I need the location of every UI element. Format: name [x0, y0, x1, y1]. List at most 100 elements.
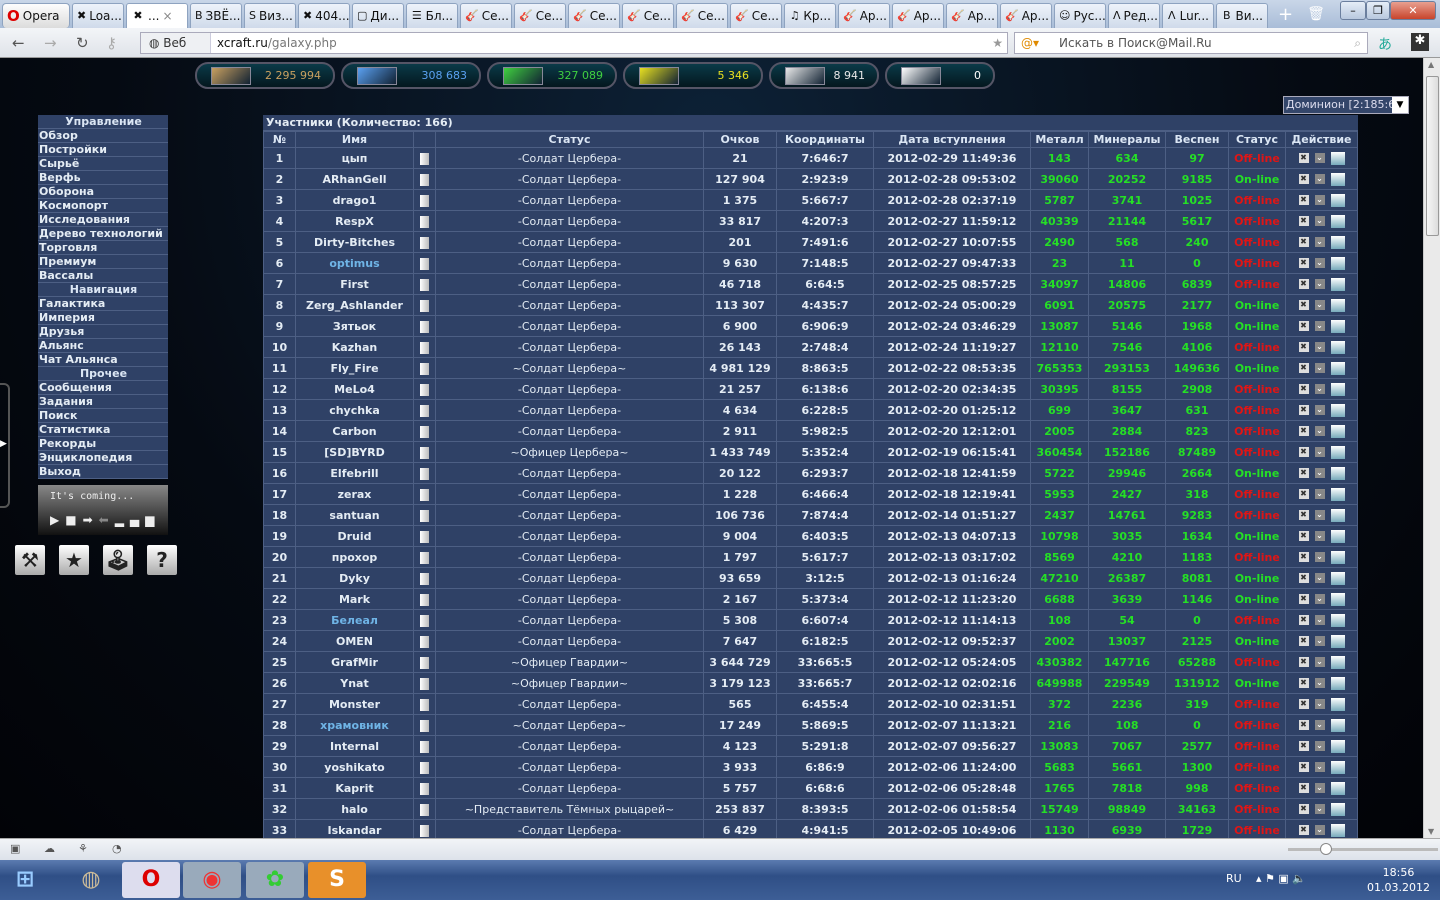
send-message-icon[interactable]: [1330, 445, 1345, 459]
document-icon[interactable]: [420, 824, 429, 837]
kick-icon[interactable]: ✖: [1298, 195, 1309, 206]
demote-icon[interactable]: ⌄: [1314, 489, 1325, 500]
clock[interactable]: 18:56 01.03.2012: [1367, 865, 1430, 895]
member-coords[interactable]: 3:12:5: [776, 567, 874, 589]
member-name[interactable]: Dyky: [295, 567, 414, 589]
browser-tab[interactable]: Λ Lur...: [1162, 3, 1214, 28]
document-icon[interactable]: [420, 404, 429, 417]
chrome-taskbar-icon[interactable]: ◉: [183, 862, 241, 898]
member-coords[interactable]: 6:607:4: [776, 609, 874, 631]
resource-population[interactable]: 5 346: [623, 62, 763, 89]
browser-tab[interactable]: 🎸 Се...: [622, 3, 674, 28]
member-coords[interactable]: 6:466:4: [776, 483, 874, 505]
tray-icons[interactable]: ▴ ⚑ ▣ 🔈: [1256, 872, 1306, 885]
member-coords[interactable]: 6:138:6: [776, 378, 874, 400]
resource-vespene[interactable]: 327 089: [487, 62, 617, 89]
send-message-icon[interactable]: [1330, 466, 1345, 480]
send-message-icon[interactable]: [1330, 172, 1345, 186]
demote-icon[interactable]: ⌄: [1314, 216, 1325, 227]
scroll-down-icon[interactable]: ▼: [1428, 827, 1434, 836]
maximize-button[interactable]: ❐: [1366, 1, 1390, 20]
tor-icon[interactable]: ◍: [62, 862, 120, 898]
member-coords[interactable]: 6:182:5: [776, 630, 874, 652]
profile-cell[interactable]: [413, 546, 436, 568]
member-name[interactable]: santuan: [295, 504, 414, 526]
tools-icon[interactable]: ⚒: [15, 545, 45, 575]
browser-tab[interactable]: 🎸 Се...: [460, 3, 512, 28]
send-message-icon[interactable]: [1330, 655, 1345, 669]
browser-tab[interactable]: 🎸 Ар...: [1000, 3, 1052, 28]
member-coords[interactable]: 6:86:9: [776, 756, 874, 778]
member-coords[interactable]: 6:403:5: [776, 525, 874, 547]
scroll-thumb[interactable]: [1426, 76, 1439, 236]
demote-icon[interactable]: ⌄: [1314, 594, 1325, 605]
member-name[interactable]: храмовник: [295, 714, 414, 736]
member-name[interactable]: OMEN: [295, 630, 414, 652]
profile-cell[interactable]: [413, 672, 436, 694]
close-window-button[interactable]: ✕: [1390, 1, 1436, 20]
browser-tab[interactable]: 🎸 Се...: [514, 3, 566, 28]
member-coords[interactable]: 4:435:7: [776, 294, 874, 316]
demote-icon[interactable]: ⌄: [1314, 636, 1325, 647]
demote-icon[interactable]: ⌄: [1314, 699, 1325, 710]
document-icon[interactable]: [420, 194, 429, 207]
member-name[interactable]: прохор: [295, 546, 414, 568]
member-coords[interactable]: 6:64:5: [776, 273, 874, 295]
browser-tab[interactable]: 🎸 Се...: [676, 3, 728, 28]
kick-icon[interactable]: ✖: [1298, 783, 1309, 794]
document-icon[interactable]: [420, 299, 429, 312]
member-name[interactable]: Mark: [295, 588, 414, 610]
language-indicator[interactable]: RU: [1226, 872, 1242, 885]
document-icon[interactable]: [420, 761, 429, 774]
resource-crystal[interactable]: 8 941: [769, 62, 879, 89]
document-icon[interactable]: [420, 740, 429, 753]
profile-cell[interactable]: [413, 378, 436, 400]
member-name[interactable]: Elfebrill: [295, 462, 414, 484]
column-header[interactable]: Минералы: [1088, 131, 1166, 148]
demote-icon[interactable]: ⌄: [1314, 825, 1325, 836]
document-icon[interactable]: [420, 803, 429, 816]
profile-cell[interactable]: [413, 462, 436, 484]
icq-taskbar-icon[interactable]: ✿: [246, 862, 304, 898]
kick-icon[interactable]: ✖: [1298, 447, 1309, 458]
browser-tab[interactable]: ☺ Рус...: [1054, 3, 1106, 28]
profile-cell[interactable]: [413, 777, 436, 799]
member-name[interactable]: Zerg_Ashlander: [295, 294, 414, 316]
document-icon[interactable]: [420, 719, 429, 732]
demote-icon[interactable]: ⌄: [1314, 426, 1325, 437]
document-icon[interactable]: [420, 572, 429, 585]
column-header[interactable]: Металл: [1030, 131, 1089, 148]
document-icon[interactable]: [420, 530, 429, 543]
send-message-icon[interactable]: [1330, 634, 1345, 648]
kick-icon[interactable]: ✖: [1298, 699, 1309, 710]
member-name[interactable]: Internal: [295, 735, 414, 757]
member-coords[interactable]: 5:982:5: [776, 420, 874, 442]
scroll-up-icon[interactable]: ▲: [1428, 60, 1434, 69]
document-icon[interactable]: [420, 656, 429, 669]
start-button[interactable]: ⊞: [0, 862, 50, 898]
browser-tab[interactable]: Λ Ред...: [1108, 3, 1160, 28]
demote-icon[interactable]: ⌄: [1314, 174, 1325, 185]
sidebar-item[interactable]: Друзья: [38, 325, 168, 339]
demote-icon[interactable]: ⌄: [1314, 195, 1325, 206]
member-name[interactable]: Kaprit: [295, 777, 414, 799]
document-icon[interactable]: [420, 341, 429, 354]
member-name[interactable]: Carbon: [295, 420, 414, 442]
member-name[interactable]: Kazhan: [295, 336, 414, 358]
column-header[interactable]: [413, 131, 436, 148]
kick-icon[interactable]: ✖: [1298, 594, 1309, 605]
profile-cell[interactable]: [413, 336, 436, 358]
sidebar-item[interactable]: Исследования: [38, 213, 168, 227]
demote-icon[interactable]: ⌄: [1314, 363, 1325, 374]
profile-cell[interactable]: [413, 735, 436, 757]
demote-icon[interactable]: ⌄: [1314, 258, 1325, 269]
browser-tab[interactable]: 🎸 Се...: [730, 3, 782, 28]
sidebar-item[interactable]: Вассалы: [38, 269, 168, 283]
column-header[interactable]: Имя: [295, 131, 414, 148]
skype-taskbar-icon[interactable]: S: [308, 862, 366, 898]
extension-icon[interactable]: ✱: [1411, 33, 1429, 51]
profile-cell[interactable]: [413, 630, 436, 652]
profile-cell[interactable]: [413, 168, 436, 190]
kick-icon[interactable]: ✖: [1298, 468, 1309, 479]
profile-cell[interactable]: [413, 588, 436, 610]
